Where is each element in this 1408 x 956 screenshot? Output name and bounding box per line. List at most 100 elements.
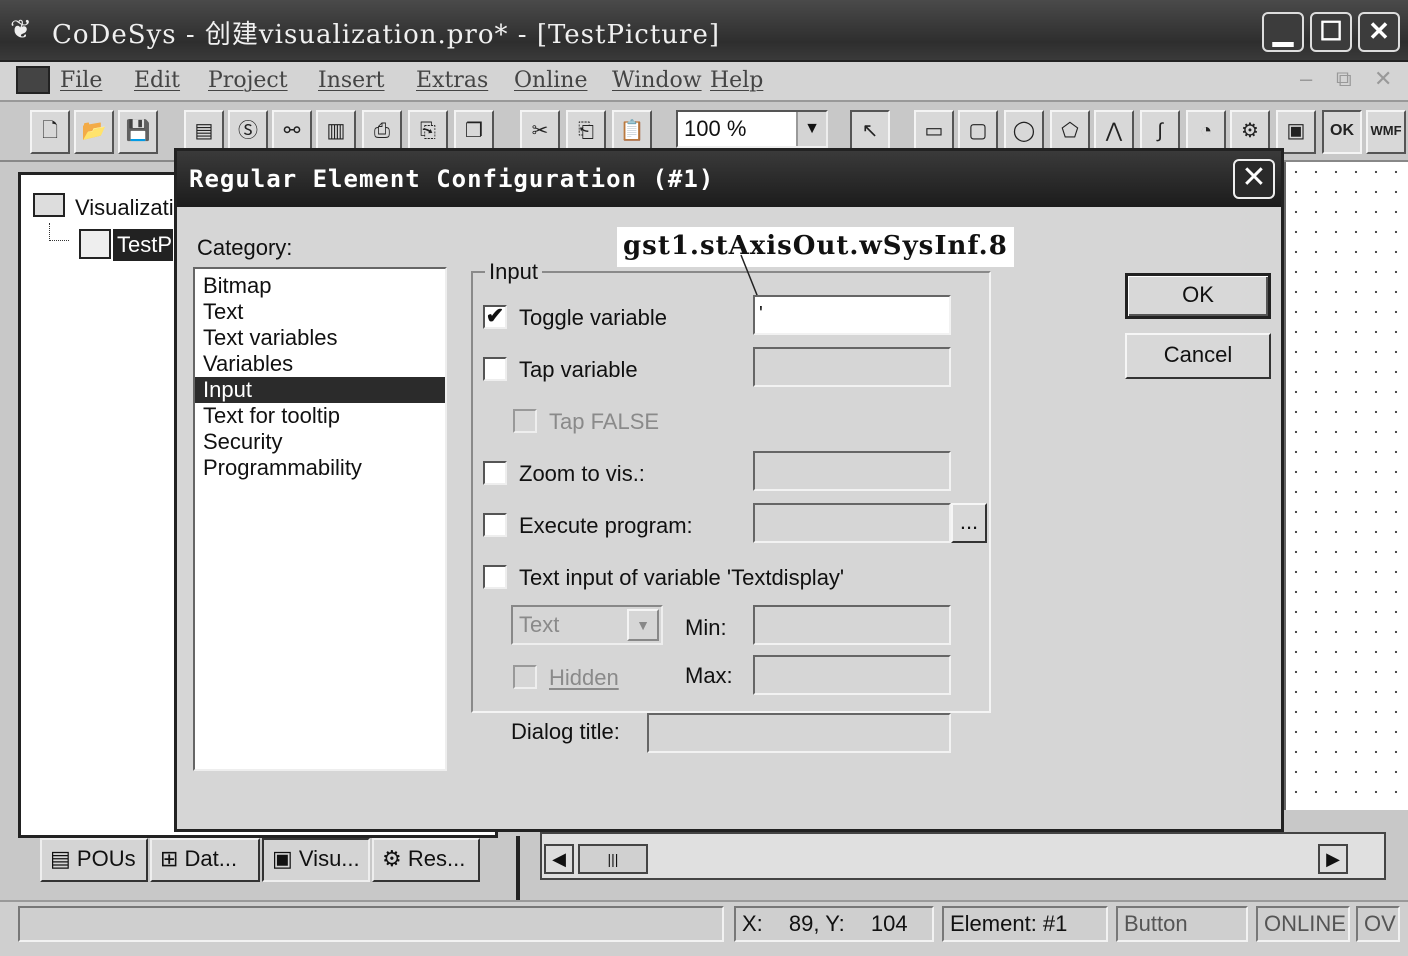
menu-file[interactable]: File [60, 68, 102, 93]
chevron-down-icon[interactable]: ▼ [796, 112, 826, 146]
horizontal-scrollbar[interactable]: ◀ ||| ▶ [540, 832, 1386, 880]
dialog-close-button[interactable]: ✕ [1233, 159, 1275, 199]
toggle-variable-input[interactable]: ' [753, 295, 951, 335]
category-item-programmability[interactable]: Programmability [195, 455, 445, 481]
category-item-input[interactable]: Input [195, 377, 445, 403]
status-x-value: 89, Y: [788, 911, 845, 936]
category-item-security[interactable]: Security [195, 429, 445, 455]
status-coordinates: X: 89, Y: 104 [734, 906, 934, 942]
execute-program-input[interactable] [753, 503, 951, 543]
tree-root-label[interactable]: Visualizati [75, 195, 174, 221]
chevron-down-icon[interactable]: ▼ [627, 609, 659, 641]
execute-program-label: Execute program: [519, 513, 693, 538]
visualization-canvas[interactable] [1284, 162, 1408, 810]
tab-resources[interactable]: ⚙ Res... [372, 838, 480, 882]
category-list[interactable]: Bitmap Text Text variables Variables Inp… [193, 267, 447, 771]
mdi-close-icon[interactable]: ✕ [1374, 66, 1392, 92]
zoom-to-vis-checkbox[interactable] [483, 461, 507, 485]
min-label: Min: [685, 615, 727, 640]
menu-edit[interactable]: Edit [134, 68, 180, 93]
hidden-label: Hidden [549, 665, 619, 690]
tap-variable-label: Tap variable [519, 357, 638, 382]
category-item-variables[interactable]: Variables [195, 351, 445, 377]
close-icon: ✕ [1368, 16, 1390, 46]
status-mode: ONLINE [1256, 906, 1350, 942]
max-input[interactable] [753, 655, 951, 695]
minimize-button[interactable]: ▁ [1262, 12, 1304, 52]
close-icon: ✕ [1241, 161, 1267, 194]
tree-item-testpicture[interactable]: TestPi [113, 229, 173, 261]
category-item-bitmap[interactable]: Bitmap [195, 273, 445, 299]
menu-insert[interactable]: Insert [318, 68, 385, 93]
dialog-title: Regular Element Configuration (#1) [189, 165, 715, 193]
tab-visualizations-label: Visu... [298, 846, 360, 871]
document-icon [16, 66, 50, 94]
category-item-tooltip[interactable]: Text for tooltip [195, 403, 445, 429]
dialog-title-input[interactable] [647, 713, 951, 753]
maximize-button[interactable]: ☐ [1310, 12, 1352, 52]
open-icon[interactable]: 📂 [74, 110, 114, 154]
text-input-checkbox[interactable] [483, 565, 507, 589]
tab-visualizations[interactable]: ▣ Visu... [262, 838, 370, 882]
tab-data-types-label: Dat... [184, 846, 238, 871]
splitter[interactable] [516, 836, 520, 900]
dialog-title-label: Dialog title: [511, 719, 620, 744]
status-y-value: 104 [870, 911, 908, 936]
ok-button[interactable]: OK [1125, 273, 1271, 319]
folder-icon [33, 193, 65, 217]
menu-help[interactable]: Help [710, 68, 763, 93]
scroll-right-icon[interactable]: ▶ [1318, 844, 1348, 874]
min-input[interactable] [753, 605, 951, 645]
zoom-to-vis-input[interactable] [753, 451, 951, 491]
scroll-left-icon[interactable]: ◀ [544, 844, 574, 874]
status-message [18, 906, 724, 942]
zoom-to-vis-label: Zoom to vis.: [519, 461, 645, 486]
save-icon[interactable]: 💾 [118, 110, 158, 154]
scroll-thumb[interactable]: ||| [578, 844, 648, 874]
category-item-text-variables[interactable]: Text variables [195, 325, 445, 351]
menu-window[interactable]: Window [612, 68, 702, 93]
tab-resources-label: Res... [407, 846, 466, 871]
element-config-dialog: Regular Element Configuration (#1) ✕ Cat… [174, 148, 1284, 832]
tap-false-checkbox[interactable] [513, 409, 537, 433]
tap-false-label: Tap FALSE [549, 409, 660, 434]
variable-annotation: gst1.stAxisOut.wSysInf.8 [617, 227, 1014, 267]
zoom-value: 100 % [684, 116, 747, 141]
input-groupbox [471, 271, 991, 713]
maximize-icon: ☐ [1319, 16, 1343, 46]
tab-pous-label: POUs [76, 846, 136, 871]
menubar: File Edit Project Insert Extras Online W… [0, 62, 1408, 102]
mdi-minimize-icon[interactable]: – [1300, 66, 1312, 92]
menu-online[interactable]: Online [514, 68, 587, 93]
menu-project[interactable]: Project [208, 68, 288, 93]
tap-variable-input[interactable] [753, 347, 951, 387]
max-label: Max: [685, 663, 733, 688]
execute-program-checkbox[interactable] [483, 513, 507, 537]
menu-extras[interactable]: Extras [416, 68, 488, 93]
button-element-icon[interactable]: OK [1322, 110, 1362, 154]
close-button[interactable]: ✕ [1358, 12, 1400, 52]
zoom-select[interactable]: 100 % ▼ [676, 110, 828, 148]
category-item-text[interactable]: Text [195, 299, 445, 325]
tab-data-types[interactable]: ⊞ Dat... [150, 838, 260, 882]
tab-pous[interactable]: ▤ POUs [40, 838, 148, 882]
tree-connector [49, 223, 69, 241]
browse-program-button[interactable]: ... [951, 503, 987, 543]
tap-variable-checkbox[interactable] [483, 357, 507, 381]
new-icon[interactable]: 🗋 [30, 110, 70, 154]
toggle-variable-label: Toggle variable [519, 305, 667, 330]
app-icon: ❦ [10, 14, 32, 44]
status-type: Button [1116, 906, 1248, 942]
checkmark-icon: ✔ [485, 303, 505, 328]
dialog-titlebar: Regular Element Configuration (#1) ✕ [177, 151, 1281, 207]
wmf-icon[interactable]: WMF [1366, 110, 1406, 154]
text-type-select[interactable]: Text ▼ [511, 605, 663, 645]
input-group-label: Input [485, 259, 542, 285]
cancel-button[interactable]: Cancel [1125, 333, 1271, 379]
toggle-variable-checkbox[interactable]: ✔ [483, 305, 507, 329]
hidden-checkbox[interactable] [513, 665, 537, 689]
app-titlebar: ❦ CoDeSys - 创建visualization.pro* - [Test… [0, 0, 1408, 62]
mdi-restore-icon[interactable]: ⧉ [1336, 66, 1352, 92]
visualization-icon [79, 229, 111, 259]
category-label: Category: [197, 235, 293, 260]
